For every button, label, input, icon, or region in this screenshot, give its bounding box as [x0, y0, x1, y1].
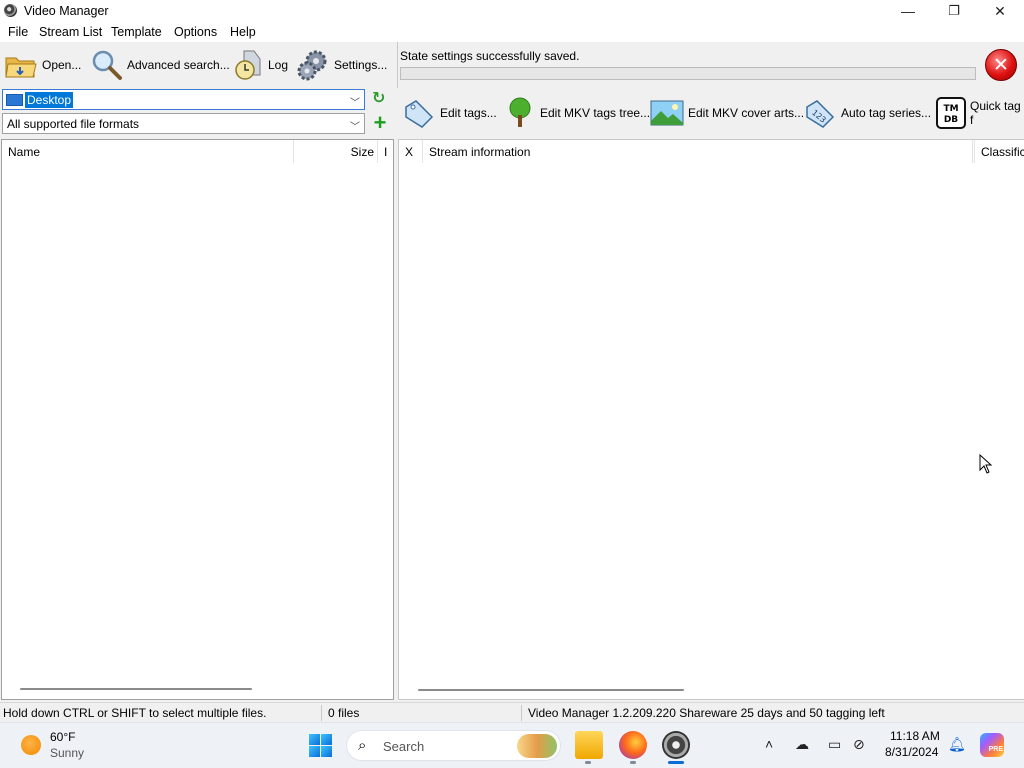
windows-logo-tile [309, 746, 320, 757]
edit-mkv-tags-tree-label: Edit MKV tags tree... [540, 106, 651, 120]
settings-label: Settings... [334, 58, 388, 72]
copilot-icon[interactable]: PRE [980, 733, 1004, 757]
clock-date[interactable]: 8/31/2024 [885, 745, 938, 759]
network-icon[interactable]: ⊘ [853, 736, 865, 753]
menu-file[interactable]: File [8, 25, 28, 39]
app-indicator [630, 761, 636, 764]
column-header-size[interactable]: Size [294, 140, 378, 163]
add-icon[interactable]: + [370, 112, 390, 134]
restore-button[interactable]: ❐ [931, 0, 977, 22]
status-bar: Hold down CTRL or SHIFT to select multip… [0, 702, 1024, 722]
open-button[interactable]: Open... [4, 48, 81, 82]
horizontal-scrollbar[interactable] [20, 688, 252, 690]
horizontal-scrollbar[interactable] [418, 689, 684, 691]
windows-logo-tile [309, 734, 320, 745]
quick-tag-label: Quick tag f [970, 99, 1021, 127]
file-filter-combo[interactable]: All supported file formats ﹀ [2, 113, 365, 134]
window-title: Video Manager [24, 4, 109, 18]
minimize-button[interactable]: — [885, 0, 931, 22]
menu-help[interactable]: Help [230, 25, 256, 39]
taskbar: 60°F Sunny ⌕ Search ˄ ☁ ▭ ⊘ 11:18 AM 8/3… [0, 722, 1024, 768]
log-label: Log [268, 58, 289, 72]
windows-logo-tile [321, 734, 332, 745]
menu-template[interactable]: Template [111, 25, 162, 39]
menu-options[interactable]: Options [174, 25, 217, 39]
log-clock-icon [235, 50, 261, 80]
weather-sun-icon[interactable] [21, 735, 41, 755]
status-version-info: Video Manager 1.2.209.220 Shareware 25 d… [528, 706, 885, 720]
progress-bar [400, 67, 976, 80]
open-label: Open... [42, 58, 82, 72]
edit-mkv-tags-tree-button[interactable]: Edit MKV tags tree... [504, 96, 650, 130]
app-active-indicator [668, 761, 684, 764]
location-value: Desktop [25, 92, 74, 108]
gear-icon [297, 50, 327, 81]
status-message: State settings successfully saved. [400, 49, 580, 63]
weather-temperature[interactable]: 60°F [50, 730, 75, 744]
column-header-classification[interactable]: Classifica [974, 140, 1024, 163]
tag-icon [405, 100, 434, 128]
auto-tag-series-label: Auto tag series... [841, 106, 932, 120]
taskbar-search[interactable]: ⌕ Search [346, 730, 561, 761]
clock-time[interactable]: 11:18 AM [890, 729, 940, 743]
start-button[interactable] [309, 734, 332, 757]
display-icon[interactable]: ▭ [828, 736, 841, 753]
status-hint: Hold down CTRL or SHIFT to select multip… [3, 706, 267, 720]
status-separator [521, 705, 522, 721]
settings-button[interactable]: Settings... [296, 48, 387, 82]
auto-tag-series-button[interactable]: 123 Auto tag series... [803, 96, 931, 130]
edit-mkv-cover-arts-button[interactable]: Edit MKV cover arts... [650, 96, 804, 130]
tmdb-icon: TM DB [936, 97, 966, 129]
file-explorer-icon[interactable] [575, 731, 603, 759]
refresh-icon[interactable]: ↻ [372, 91, 388, 107]
search-placeholder: Search [383, 739, 425, 754]
edit-mkv-cover-arts-label: Edit MKV cover arts... [688, 106, 805, 120]
app-icon [4, 4, 17, 17]
title-bar: Video Manager — ❐ ✕ [0, 0, 1024, 22]
desktop-icon [6, 94, 23, 106]
file-list[interactable]: Name Size I [1, 139, 394, 700]
chevron-up-icon[interactable]: ˄ [765, 736, 773, 752]
menu-stream-list[interactable]: Stream List [39, 25, 102, 39]
column-header-name[interactable]: Name [2, 140, 294, 163]
folder-icon [5, 57, 37, 78]
column-header-x[interactable]: X [399, 140, 423, 163]
firefox-icon[interactable] [619, 731, 647, 759]
svg-text:DB: DB [944, 115, 958, 125]
video-manager-taskbar-icon[interactable] [662, 731, 690, 759]
file-filter-value: All supported file formats [7, 117, 140, 131]
onedrive-icon[interactable]: ☁ [795, 736, 809, 753]
chevron-down-icon: ﹀ [350, 98, 360, 109]
stream-list[interactable]: X Stream information Classifica [398, 139, 1024, 700]
chevron-down-icon: ﹀ [350, 122, 360, 133]
column-header-stream-information[interactable]: Stream information [423, 140, 973, 163]
location-combo[interactable]: Desktop ﹀ [2, 89, 365, 110]
status-panel: State settings successfully saved. ✕ [397, 42, 1024, 88]
app-indicator [585, 761, 591, 764]
main-toolbar: Open... Advanced search... Log Settings.… [0, 42, 395, 88]
svg-text:TM: TM [943, 104, 958, 114]
status-separator [321, 705, 322, 721]
advanced-search-label: Advanced search... [127, 58, 230, 72]
magnifier-icon [92, 50, 122, 80]
picture-icon [650, 100, 684, 126]
search-icon: ⌕ [358, 737, 367, 754]
advanced-search-button[interactable]: Advanced search... [91, 48, 230, 82]
tag-toolbar: Edit tags... Edit MKV tags tree... Edit … [398, 90, 1024, 136]
mouse-cursor-icon [979, 454, 993, 474]
cancel-operation-icon[interactable]: ✕ [985, 49, 1017, 81]
notification-bell-icon[interactable]: 🔔︎ [948, 736, 966, 753]
edit-tags-button[interactable]: Edit tags... [402, 96, 497, 130]
windows-logo-tile [321, 746, 332, 757]
edit-tags-label: Edit tags... [440, 106, 497, 120]
status-file-count: 0 files [328, 706, 360, 720]
log-button[interactable]: Log [234, 48, 288, 82]
search-highlight-icon [517, 734, 557, 758]
tree-icon [509, 97, 531, 127]
menu-bar: File Stream List Template Options Help [0, 22, 1024, 42]
quick-tag-button[interactable]: TM DB Quick tag f [936, 96, 1024, 130]
numbered-tag-icon: 123 [806, 100, 835, 128]
weather-condition[interactable]: Sunny [50, 746, 84, 760]
close-button[interactable]: ✕ [977, 0, 1023, 22]
